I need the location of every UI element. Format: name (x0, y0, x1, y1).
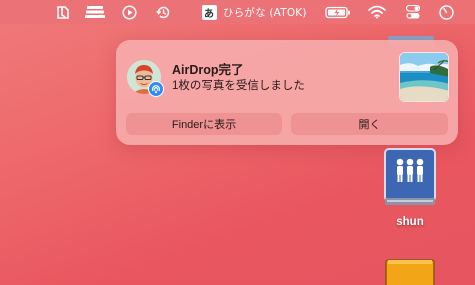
input-method-glyph: あ (201, 4, 217, 20)
open-button[interactable]: 開く (291, 113, 448, 135)
airdrop-icon (148, 81, 164, 97)
control-center-icon[interactable] (404, 0, 422, 24)
notification-body: 1枚の写真を受信しました (172, 80, 305, 92)
network-drive-icon[interactable] (382, 146, 438, 208)
stack-icon[interactable] (84, 0, 106, 24)
avatar (127, 60, 164, 97)
airdrop-notification[interactable]: AirDrop完了 1枚の写真を受信しました Finderに表示 開く (116, 40, 458, 145)
time-machine-icon[interactable] (154, 0, 172, 24)
input-method-icon[interactable]: あ (200, 0, 218, 24)
clock-icon[interactable] (437, 0, 455, 24)
play-icon[interactable] (120, 0, 138, 24)
show-in-finder-button[interactable]: Finderに表示 (126, 113, 282, 135)
menu-bar: あ ひらがな (ATOK) (0, 0, 475, 24)
notification-title: AirDrop完了 (172, 63, 244, 77)
finder-window-icon[interactable] (54, 0, 72, 24)
folder-icon[interactable] (384, 258, 436, 285)
drive-label[interactable]: shun (380, 216, 440, 228)
wifi-icon[interactable] (367, 0, 387, 24)
battery-icon[interactable] (324, 0, 352, 24)
input-method-label[interactable]: ひらがな (ATOK) (223, 0, 309, 24)
photo-thumbnail[interactable] (399, 52, 449, 102)
